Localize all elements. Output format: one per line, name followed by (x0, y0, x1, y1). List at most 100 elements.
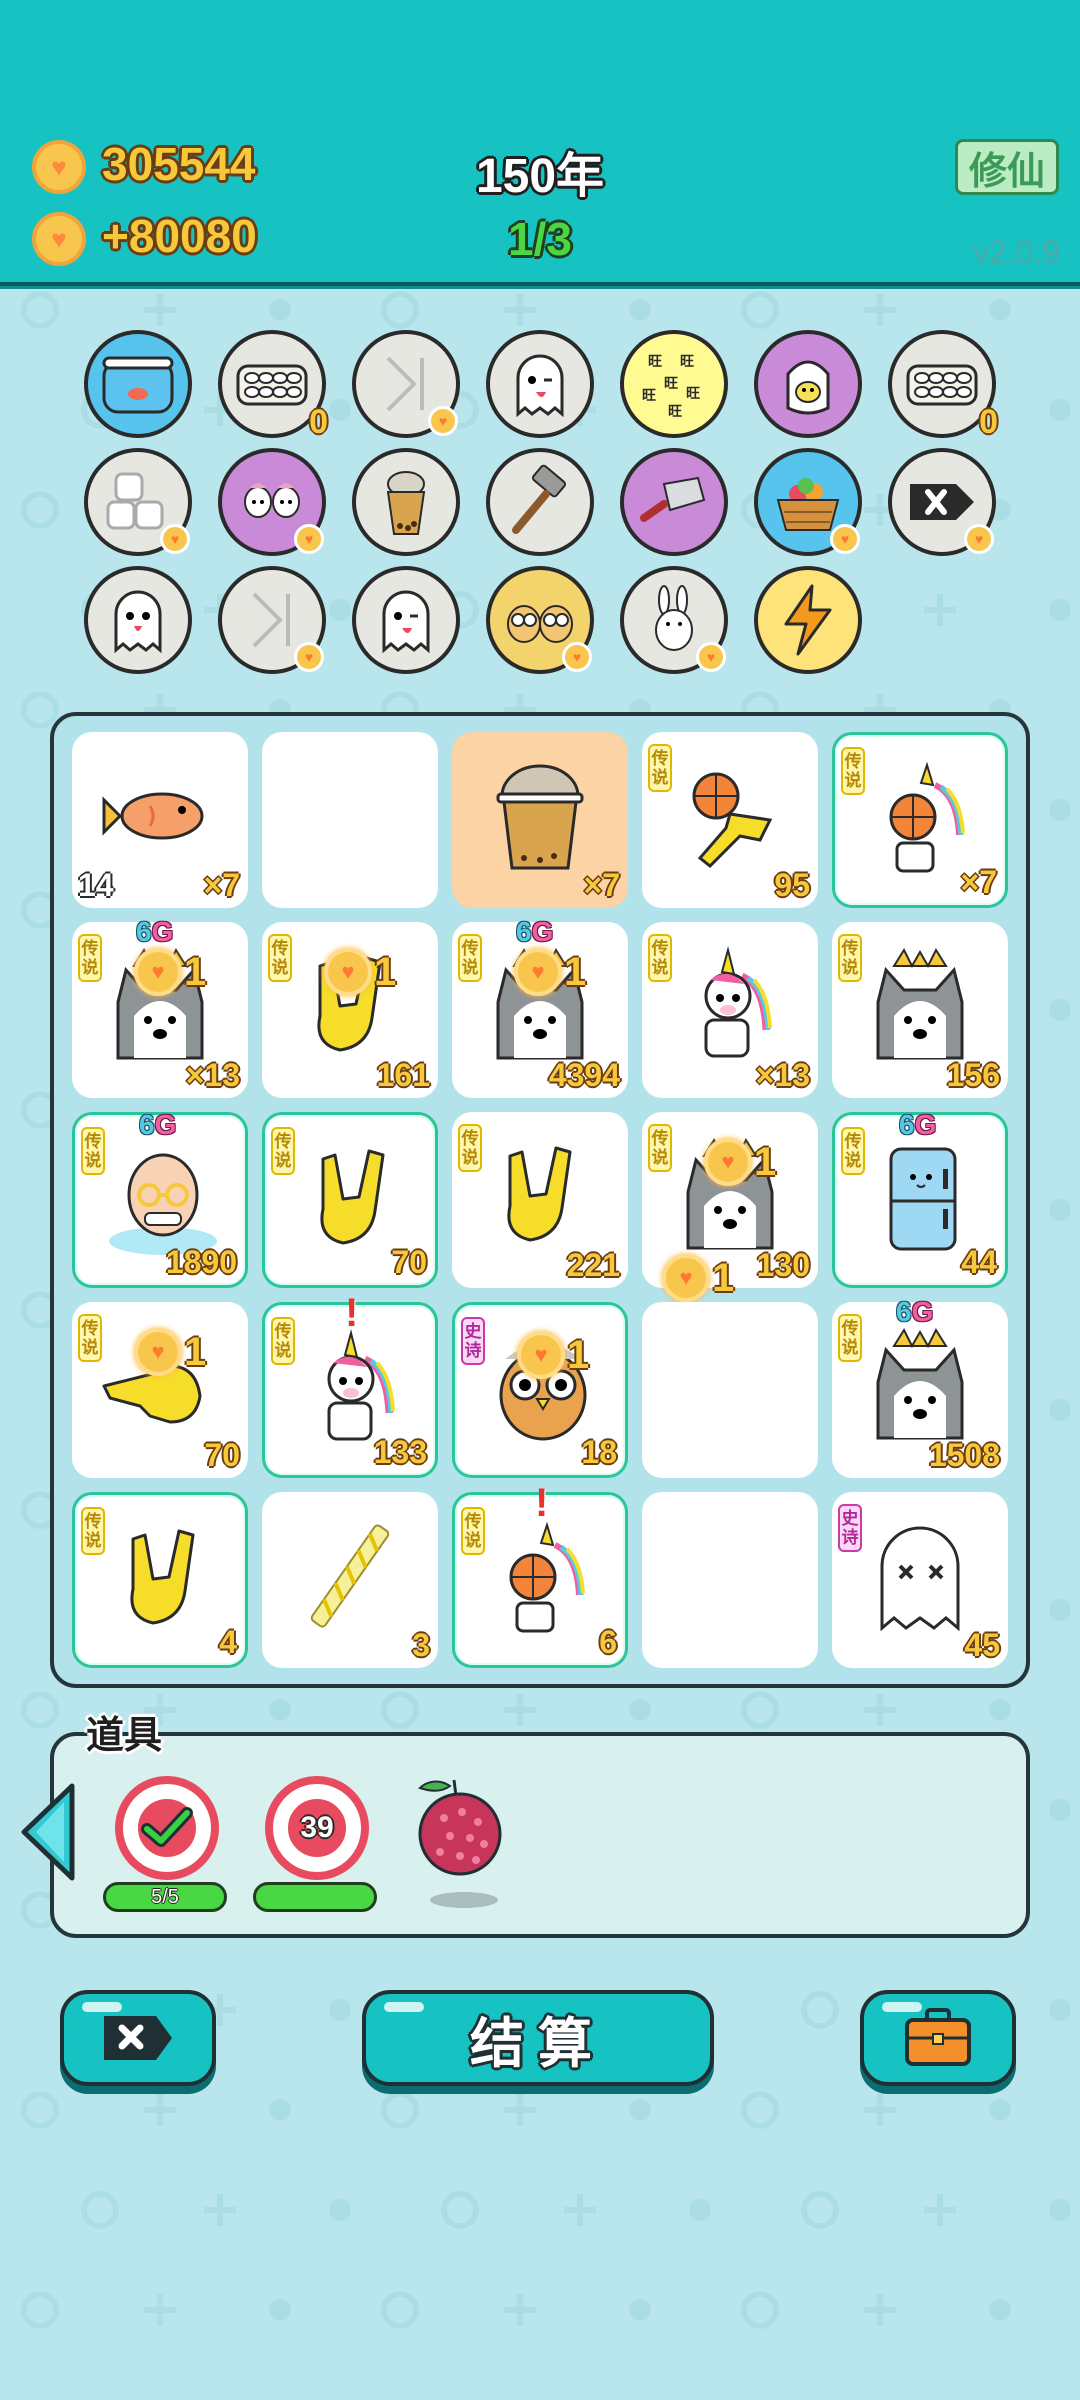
coin-icon: ♥ (704, 1138, 752, 1186)
rarity-tag: 传说 (841, 747, 865, 795)
coin-icon: ♥ (134, 948, 182, 996)
board-cell-empty[interactable] (642, 1492, 818, 1668)
bag-button[interactable] (860, 1990, 1016, 2086)
coin-bubble[interactable]: ♥ 1 (324, 948, 396, 996)
lychee-icon[interactable] (410, 1772, 510, 1912)
ghost-wink-buff-button[interactable] (352, 566, 460, 674)
check-icon (134, 1795, 200, 1861)
board-cell-husky[interactable]: 传说 6G ×13 ♥ 1 (72, 916, 248, 1098)
ghost-wink-buff-button[interactable] (486, 330, 594, 438)
board-cell-unicorn[interactable]: 传说! 133 (262, 1291, 438, 1478)
coin-bubble[interactable]: ♥ 1 (517, 1331, 589, 1379)
egg-tray-buff-button[interactable]: 0 (888, 330, 998, 441)
cell-value: ×13 (755, 1057, 810, 1093)
board-cell-rock-hand[interactable]: 传说 161 ♥ 1 (262, 922, 438, 1098)
board-cell-unicorn-ball[interactable]: 传说 ×7 (832, 732, 1008, 908)
board-cell-rock-hand[interactable]: 传说 70 (262, 1112, 438, 1288)
unicorn-pair-buff-button[interactable]: ♥ (218, 448, 326, 556)
svg-text:旺: 旺 (648, 354, 662, 370)
board-cell-straw[interactable]: 3 (262, 1492, 438, 1668)
lightning-buff-button[interactable] (754, 566, 862, 674)
rarity-tag: 传说 (838, 934, 862, 982)
fruit-basket-buff-button[interactable]: ♥ (754, 448, 862, 556)
delete-buff-button[interactable]: ♥ (888, 448, 996, 556)
ghost-dead-icon (860, 1516, 980, 1636)
rock-hand-icon (293, 1139, 413, 1259)
briefcase-icon (905, 2008, 971, 2066)
board-cell-point-hand[interactable]: 传说 70 ♥ 1 (72, 1302, 248, 1478)
rock-hand-icon (480, 1136, 600, 1256)
board-cell-basketball-hand[interactable]: 传说 95 (642, 732, 818, 908)
coin-total: 305544 (102, 138, 256, 190)
skip-buff-button[interactable]: ♥ (352, 330, 460, 438)
fishbowl-buff-button[interactable] (84, 330, 192, 438)
board-cell-husky[interactable]: 传说 6G 4394 ♥ 1 (452, 916, 628, 1098)
ghost-icon (98, 580, 178, 660)
rarity-tag: 传说 (648, 744, 672, 792)
discard-button[interactable] (60, 1990, 216, 2086)
husky-icon (860, 1326, 980, 1446)
rarity-tag: 传说 (78, 934, 102, 982)
coin-badge-icon: ♥ (294, 642, 324, 672)
board-cell-husky[interactable]: 传说 156 (832, 922, 1008, 1098)
6g-badge: 6G (516, 916, 554, 947)
cleaver-buff-button[interactable] (620, 448, 728, 556)
board-cell-bald-man[interactable]: 传说 6G 1890 (72, 1109, 248, 1288)
coin-bubble[interactable]: ♥ 1 (704, 1138, 776, 1186)
target-counter-tool[interactable]: 39 (265, 1776, 369, 1880)
board-cell-fish[interactable]: 14 ×7 (72, 732, 248, 908)
wang-tiles-icon: 旺旺旺旺旺旺 (634, 344, 714, 424)
hammer-icon (500, 462, 580, 542)
board-cell-husky[interactable]: 传说 6G 1508 (832, 1296, 1008, 1478)
fish-icon (100, 756, 220, 876)
board-cell-fridge[interactable]: 传说 6G 44 (832, 1109, 1008, 1288)
cell-value: 4394 (548, 1057, 620, 1093)
cultivate-button[interactable]: 修仙 (955, 139, 1059, 195)
board-cell-unicorn[interactable]: 传说 ×13 (642, 922, 818, 1098)
egg-bag-icon (768, 344, 848, 424)
egg-bag-buff-button[interactable] (754, 330, 862, 438)
hammer-buff-button[interactable] (486, 448, 594, 556)
owl-pair-buff-button[interactable]: ♥ (486, 566, 594, 674)
board-cell-ghost-dead[interactable]: 史诗 45 (832, 1492, 1008, 1668)
basketball-hand-icon (670, 756, 790, 876)
button-gloss (882, 2002, 922, 2012)
board-cell-unicorn-ball[interactable]: 传说! 6 (452, 1481, 628, 1668)
cell-value: ×7 (960, 864, 997, 900)
coin-icon: ♥ (662, 1254, 710, 1302)
6g-badge: 6G (899, 1109, 937, 1140)
board-cell-empty[interactable] (262, 732, 438, 908)
coin-bubble[interactable]: ♥ 1 (514, 948, 586, 996)
rarity-tag: 史诗 (461, 1317, 485, 1365)
cell-value: 95 (774, 867, 810, 903)
settle-button[interactable]: 结算 (362, 1990, 714, 2086)
cup-icon (480, 756, 600, 876)
target-counter-bar (253, 1882, 377, 1912)
income-coin-icon: ♥ (32, 212, 86, 266)
ghost-buff-button[interactable] (84, 566, 192, 674)
board-cell-cup[interactable]: ×7 (452, 732, 628, 908)
coin-icon: ♥ (514, 948, 562, 996)
board-cell-rock-hand[interactable]: 传说 221 (452, 1112, 628, 1288)
board-cell-husky[interactable]: 传说 130 ♥ 1 ♥ 1 (642, 1112, 818, 1302)
board-cell-rock-hand[interactable]: 传说 4 (72, 1492, 248, 1668)
board-cell-owl[interactable]: 史诗 18 ♥ 1 (452, 1302, 628, 1478)
coin-badge-icon: ♥ (696, 642, 726, 672)
coin-badge-icon: ♥ (830, 524, 860, 554)
rarity-tag: 传说 (648, 1124, 672, 1172)
svg-text:旺: 旺 (668, 404, 682, 420)
coin-bubble[interactable]: ♥ 1 (662, 1254, 734, 1302)
skip-buff-button[interactable]: ♥ (218, 566, 326, 674)
board-cell-empty[interactable] (642, 1302, 818, 1478)
scroll-left-arrow-icon[interactable] (18, 1782, 78, 1882)
bunny-buff-button[interactable]: ♥ (620, 566, 728, 674)
wang-tiles-buff-button[interactable]: 旺旺旺旺旺旺 (620, 330, 728, 438)
dice-buff-button[interactable]: ♥ (84, 448, 192, 556)
cleaver-icon (634, 462, 714, 542)
target-check-tool[interactable] (115, 1776, 219, 1880)
bubble-tea-buff-button[interactable] (352, 448, 460, 556)
egg-tray-buff-button[interactable]: 0 (218, 330, 328, 441)
husky-icon (860, 946, 980, 1066)
coin-bubble[interactable]: ♥ 1 (134, 1328, 206, 1376)
coin-bubble[interactable]: ♥ 1 (134, 948, 206, 996)
